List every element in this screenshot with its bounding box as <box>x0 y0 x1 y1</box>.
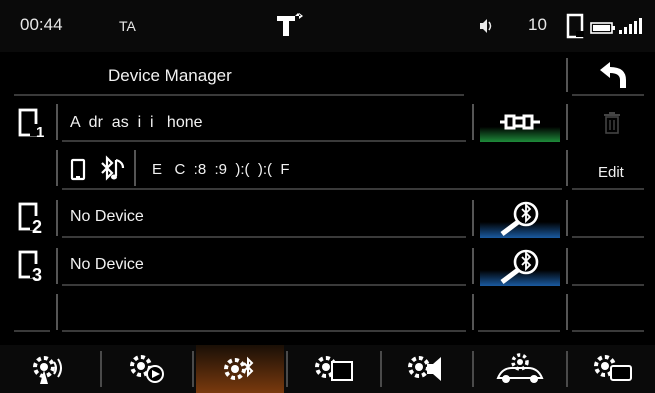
divider <box>56 200 58 236</box>
ta-indicator: TA <box>119 18 136 34</box>
device-row-3[interactable]: 3 No Device <box>0 244 655 288</box>
device-row-2[interactable]: 2 No Device <box>0 196 655 240</box>
divider <box>572 330 644 332</box>
divider <box>472 351 474 387</box>
bottom-nav <box>0 345 655 393</box>
divider <box>56 104 58 140</box>
gear-speaker-icon <box>408 356 441 381</box>
divider <box>472 248 474 284</box>
svg-text:1: 1 <box>36 124 44 138</box>
divider <box>472 104 474 140</box>
divider <box>380 351 382 387</box>
volume-level: 10 <box>528 15 547 34</box>
device-1-detail: E C :8 :9 ):( ):( F Edit <box>0 146 655 192</box>
edit-button[interactable]: Edit <box>598 164 624 181</box>
divider <box>572 188 644 190</box>
page-title: Device Manager <box>108 66 232 85</box>
bluetooth-search-button-3[interactable] <box>480 246 560 286</box>
nav-button-bluetooth[interactable] <box>196 345 284 393</box>
nav-button-sound[interactable] <box>384 345 470 393</box>
divider <box>14 330 50 332</box>
divider <box>566 150 568 186</box>
bluetooth-search-button-2[interactable] <box>480 198 560 238</box>
nav-button-antenna[interactable] <box>0 345 96 393</box>
header-row: Device Manager <box>0 56 565 94</box>
divider <box>100 351 102 387</box>
divider <box>572 284 644 286</box>
gear-bluetooth-icon <box>224 356 254 380</box>
gear-device-icon <box>593 355 632 381</box>
battery-icon <box>590 21 616 35</box>
connect-button-1[interactable] <box>480 104 560 142</box>
back-button[interactable] <box>596 60 632 90</box>
svg-text:3: 3 <box>32 265 42 282</box>
phone-small-icon <box>70 158 88 182</box>
divider <box>286 351 288 387</box>
divider <box>472 200 474 236</box>
divider <box>192 351 194 387</box>
divider <box>566 58 568 92</box>
gear-antenna-icon <box>33 356 62 384</box>
divider <box>478 330 560 332</box>
bluetooth-search-icon <box>500 201 539 236</box>
device-row-1[interactable]: 1 A dr as i i hone <box>0 100 655 144</box>
device-2-name: No Device <box>70 208 144 225</box>
device-slot-2-icon: 2 <box>18 202 48 234</box>
divider <box>472 294 474 330</box>
status-bar: 00:44 TA 10 <box>0 0 655 52</box>
gear-car-icon <box>496 353 544 383</box>
clock: 00:44 <box>20 15 63 34</box>
nav-button-media[interactable] <box>104 345 190 393</box>
empty-row <box>0 292 655 336</box>
divider <box>134 150 136 186</box>
divider <box>62 188 562 190</box>
back-arrow-icon <box>600 62 626 88</box>
divider <box>62 284 466 286</box>
divider <box>572 236 644 238</box>
svg-text:2: 2 <box>32 217 42 234</box>
divider <box>566 294 568 330</box>
bluetooth-search-icon <box>500 249 539 284</box>
device-1-name: A dr as i i hone <box>70 114 203 131</box>
divider <box>56 248 58 284</box>
delete-button[interactable] <box>603 112 621 134</box>
divider <box>56 294 58 330</box>
device-3-name: No Device <box>70 256 144 273</box>
divider <box>566 351 568 387</box>
connected-plug-icon <box>500 114 540 130</box>
signal-icon <box>618 17 646 35</box>
divider <box>14 94 464 96</box>
trash-icon <box>604 112 620 134</box>
divider <box>566 248 568 284</box>
device-1-address: E C :8 :9 ):( ):( F <box>152 161 290 178</box>
divider <box>62 140 466 142</box>
phone-icon <box>566 13 586 39</box>
gear-screen-icon <box>315 356 353 381</box>
gear-play-icon <box>130 355 164 383</box>
nav-button-devices[interactable] <box>570 345 655 393</box>
divider <box>572 94 644 96</box>
device-slot-1-icon: 1 <box>18 108 48 138</box>
speaker-icon <box>478 18 494 34</box>
divider <box>566 200 568 236</box>
tp-icon <box>275 12 305 38</box>
divider <box>566 104 568 140</box>
nav-button-vehicle[interactable] <box>476 345 564 393</box>
divider <box>62 236 466 238</box>
divider <box>56 150 58 186</box>
divider <box>62 330 466 332</box>
nav-button-display[interactable] <box>290 345 378 393</box>
device-slot-3-icon: 3 <box>18 250 48 282</box>
bluetooth-music-icon <box>98 154 128 186</box>
